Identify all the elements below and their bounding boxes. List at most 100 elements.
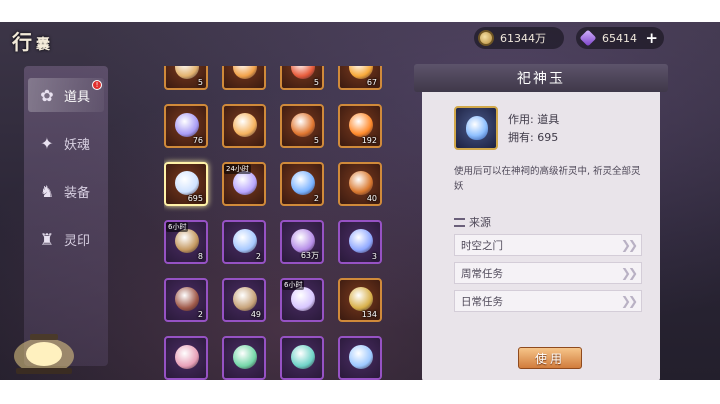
coin-counter: 61344万 <box>474 27 564 49</box>
sidebar-item-spirits[interactable]: ✦ 妖魂 <box>28 126 104 160</box>
item-count: 63万 <box>300 251 319 260</box>
item-icon <box>175 287 199 311</box>
inventory-slot[interactable]: 3 <box>338 220 382 264</box>
inventory-slot[interactable]: 40 <box>338 162 382 206</box>
item-count: 76 <box>192 136 203 145</box>
item-count: 2 <box>255 252 261 261</box>
item-icon <box>291 171 315 195</box>
seal-icon: ♜ <box>39 229 55 249</box>
source-heading: 来源 <box>454 214 491 230</box>
item-bag-icon: ✿ <box>40 85 54 105</box>
item-icon <box>175 229 199 253</box>
item-name: 祀神玉 <box>517 71 565 87</box>
inventory-slot[interactable] <box>280 336 324 380</box>
top-bar: 行囊 61344万 65414 + <box>0 22 720 54</box>
game-screen: 行囊 61344万 65414 + ✿ 道具 ! ✦ 妖魂 ♞ 装备 ♜ 灵印 <box>0 22 720 380</box>
inventory-slot[interactable]: 192 <box>338 104 382 148</box>
jade-gem-icon <box>579 29 597 47</box>
source-text: 周常任务 <box>461 267 503 280</box>
inventory-slot[interactable] <box>164 336 208 380</box>
source-row-weekly-task[interactable]: 周常任务 ❯❯ <box>454 262 642 284</box>
source-row-time-gate[interactable]: 时空之门 ❯❯ <box>454 234 642 256</box>
item-count: 2 <box>313 194 319 203</box>
inventory-slot[interactable]: 67 <box>338 66 382 90</box>
inventory-slot[interactable]: 5 <box>164 66 208 90</box>
item-icon <box>233 66 257 79</box>
item-detail-panel: 祀神玉 作用: 道具 拥有: 695 使用后可以在神祠的高级祈灵中, 祈灵全部灵… <box>414 64 668 380</box>
sidebar-item-label: 装备 <box>64 185 91 201</box>
item-count: 192 <box>361 136 377 145</box>
coin-amount: 61344万 <box>500 32 546 45</box>
item-icon <box>233 345 257 369</box>
inventory-slot[interactable]: 2 <box>164 278 208 322</box>
item-icon <box>233 171 257 195</box>
source-text: 时空之门 <box>461 239 503 252</box>
item-icon <box>349 113 373 137</box>
notification-badge: ! <box>92 80 102 90</box>
item-icon <box>349 345 373 369</box>
inventory-slot[interactable]: 5 <box>280 66 324 90</box>
item-count: 3 <box>371 252 377 261</box>
inventory-slot[interactable] <box>222 66 266 90</box>
inventory-slot[interactable]: 49 <box>222 278 266 322</box>
chevron-right-icon: ❯❯ <box>620 294 638 308</box>
sidebar-item-equipment[interactable]: ♞ 装备 <box>28 174 104 208</box>
equipment-icon: ♞ <box>39 181 55 201</box>
category-sidebar: ✿ 道具 ! ✦ 妖魂 ♞ 装备 ♜ 灵印 <box>24 66 108 366</box>
inventory-slot[interactable]: 5 <box>280 104 324 148</box>
item-count: 49 <box>250 310 261 319</box>
item-icon <box>291 113 315 137</box>
sidebar-item-label: 道具 <box>64 89 91 105</box>
item-icon <box>349 229 373 253</box>
item-icon <box>233 113 257 137</box>
source-label: 来源 <box>469 216 491 229</box>
inventory-slot[interactable]: 2 <box>222 220 266 264</box>
item-icon <box>349 287 373 311</box>
item-count: 695 <box>187 194 203 203</box>
bag-title: 行囊 <box>12 26 54 55</box>
item-count: 67 <box>366 78 377 87</box>
spirit-icon: ✦ <box>40 133 54 153</box>
item-description: 使用后可以在神祠的高级祈灵中, 祈灵全部灵妖 <box>454 166 641 192</box>
sidebar-item-seals[interactable]: ♜ 灵印 <box>28 222 104 256</box>
source-text: 日常任务 <box>461 295 503 308</box>
item-icon <box>175 113 199 137</box>
inventory-slot[interactable]: 6小时 8 <box>164 220 208 264</box>
item-timer: 6小时 <box>282 280 305 290</box>
sidebar-item-label: 灵印 <box>64 233 91 249</box>
item-count: 5 <box>197 78 203 87</box>
item-timer: 6小时 <box>166 222 189 232</box>
inventory-slot[interactable]: 134 <box>338 278 382 322</box>
chevron-right-icon: ❯❯ <box>620 238 638 252</box>
item-count: 5 <box>313 136 319 145</box>
inventory-slot[interactable]: 6小时 <box>280 278 324 322</box>
source-row-daily-task[interactable]: 日常任务 ❯❯ <box>454 290 642 312</box>
item-count: 40 <box>366 194 377 203</box>
inventory-slot[interactable]: 2 <box>280 162 324 206</box>
item-count: 5 <box>313 78 319 87</box>
item-icon <box>349 171 373 195</box>
inventory-slot[interactable]: 63万 <box>280 220 324 264</box>
selected-item-icon <box>454 106 498 150</box>
item-count: 8 <box>197 252 203 261</box>
sidebar-item-label: 妖魂 <box>64 137 91 153</box>
inventory-slot[interactable]: 695 <box>164 162 208 206</box>
item-icon <box>291 287 315 311</box>
sidebar-item-items[interactable]: ✿ 道具 ! <box>28 78 104 112</box>
add-gems-button[interactable]: + <box>645 29 658 47</box>
inventory-slot[interactable]: 24小时 <box>222 162 266 206</box>
item-icon <box>291 345 315 369</box>
item-timer: 24小时 <box>224 164 251 174</box>
gem-amount: 65414 <box>602 31 637 45</box>
use-button[interactable]: 使用 <box>518 347 582 369</box>
inventory-slot[interactable] <box>222 104 266 148</box>
inventory-slot[interactable]: 76 <box>164 104 208 148</box>
lantern-icon[interactable] <box>8 328 80 378</box>
inventory-slot[interactable] <box>222 336 266 380</box>
chevron-right-icon: ❯❯ <box>620 266 638 280</box>
item-icon <box>175 345 199 369</box>
bag-title-small: 囊 <box>36 37 54 53</box>
inventory-slot[interactable] <box>338 336 382 380</box>
item-icon <box>291 66 315 79</box>
item-icon <box>233 229 257 253</box>
